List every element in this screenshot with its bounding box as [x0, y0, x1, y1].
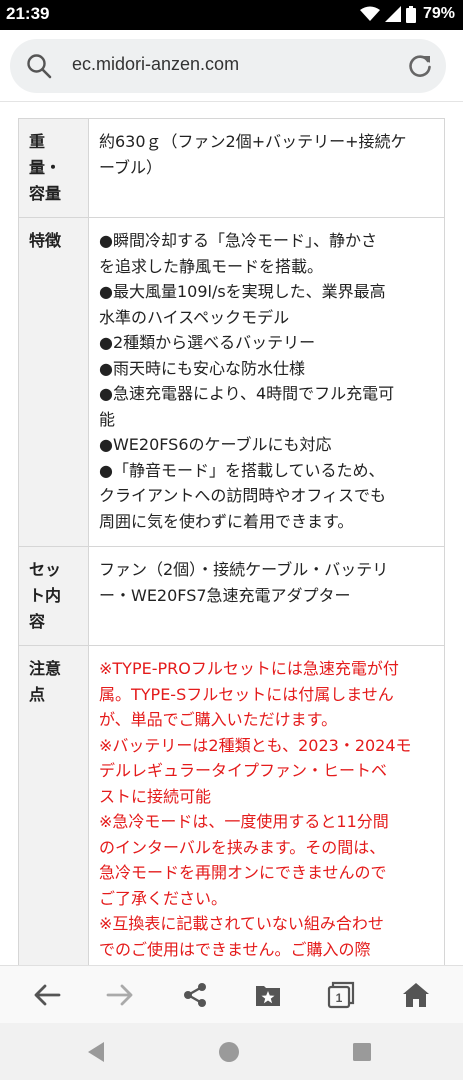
spec-value-line: ※急冷モードは、一度使用すると11分間	[99, 812, 389, 831]
spec-value-line: ご了承ください。	[99, 888, 228, 908]
tabs-button[interactable]: 1	[306, 966, 376, 1024]
spec-value-line: 属。TYPE-Sフルセットには付属しません	[99, 684, 394, 704]
home-button[interactable]	[381, 966, 451, 1024]
page-content: 重量・ 容量 約630ｇ（ファン2個+バッテリー+接続ケ ーブル） 特徴 ●瞬間冷却する「…	[0, 103, 463, 965]
nav-recents-icon	[353, 1042, 371, 1061]
tab-count: 1	[336, 991, 343, 1005]
forward-icon	[106, 984, 133, 1006]
spec-value-line: ●「静音モード」を搭載しているため、	[99, 460, 385, 480]
spec-value-line: が、単品でご購入いただけます。	[99, 710, 338, 729]
spec-row-header-line: 注意	[29, 659, 62, 678]
browser-toolbar: 1	[0, 965, 463, 1023]
nav-back-button[interactable]	[66, 1023, 126, 1080]
spec-row-header: 重量・ 容量	[18, 118, 89, 218]
spec-row-header-line: 特徴	[29, 231, 62, 250]
spec-value-line: ※互換表に記載されていない組み合わせ	[99, 914, 384, 933]
url-text[interactable]: ec.midori-anzen.com	[72, 54, 239, 75]
spec-value-line: でのご使用はできません。ご購入の際	[99, 939, 371, 959]
spec-row-header: セッ ト内容	[18, 546, 89, 646]
search-icon	[27, 54, 52, 79]
spec-value-line: ファン（2個）・接続ケーブル・バッテリ	[99, 560, 389, 579]
spec-row-value: ●瞬間冷却する「急冷モード」、静かさ を追求した静風モードを搭載。 ●最大風量109…	[88, 217, 445, 547]
spec-row: セッ ト内容ファン（2個）・接続ケーブル・バッテリ ー・WE20FS7急速充電アダプ…	[18, 546, 445, 646]
signal-icon	[384, 6, 401, 22]
nav-recents-button[interactable]	[332, 1023, 392, 1080]
spec-row-warning-value: ※TYPE-PROフルセットには急速充電が付 属。TYPE-Sフルセットには付属し…	[88, 645, 445, 965]
reload-icon[interactable]	[406, 52, 434, 80]
spec-row-header-line: 点	[29, 685, 46, 704]
spec-row-header-line: セッ	[29, 560, 62, 579]
status-time: 21:39	[6, 4, 50, 23]
spec-value-line: ●最大風量109l/sを実現した、業界最高	[99, 282, 386, 301]
status-bar: 21:39 79%	[0, 0, 463, 30]
spec-value-line: ●瞬間冷却する「急冷モード」、静かさ	[99, 231, 377, 250]
spec-row-header: 特徴	[18, 217, 89, 547]
spec-value-line: デルレギュラータイプファン・ヒートベ	[99, 761, 388, 780]
back-icon	[34, 984, 61, 1006]
spec-value-line: のインターバルを挟みます。その間は、	[99, 837, 386, 857]
address-bar[interactable]: ec.midori-anzen.com	[10, 39, 446, 93]
spec-value-line: 水準のハイスペックモデル	[99, 307, 290, 327]
spec-value-line: 能	[99, 409, 116, 429]
spec-value-line: クライアントへの訪問時やオフィスでも	[99, 486, 387, 505]
spec-row-header: 注意点	[18, 645, 89, 965]
spec-value-line: 周囲に気を使わずに着用できます。	[99, 511, 354, 531]
forward-button[interactable]	[85, 966, 155, 1024]
bookmarks-button[interactable]	[233, 966, 303, 1024]
spec-value-line: ストに接続可能	[99, 786, 212, 806]
spec-value-line: 約630ｇ（ファン2個+バッテリー+接続ケ	[99, 132, 407, 151]
spec-value-line: ※バッテリーは2種類とも、2023・2024モ	[99, 735, 412, 755]
spec-row-header-line: 量・	[29, 158, 62, 177]
spec-value-line: ー・WE20FS7急速充電アダプター	[99, 585, 351, 605]
spec-row-header-line: 重	[29, 132, 46, 151]
status-icons: 79%	[359, 5, 455, 23]
share-icon	[184, 983, 206, 1007]
nav-back-icon	[88, 1041, 104, 1062]
spec-value-line: ●急速充電器により、4時間でフル充電可	[99, 384, 395, 403]
share-button[interactable]	[160, 966, 230, 1024]
spec-value-line: ーブル）	[99, 157, 163, 177]
wifi-icon	[359, 6, 380, 21]
spec-value-line: 急冷モードを再開オンにできませんので	[99, 863, 387, 882]
spec-row-header-line: 容量	[29, 184, 62, 203]
browser-address-area: ec.midori-anzen.com	[0, 30, 463, 102]
spec-row-value: 約630ｇ（ファン2個+バッテリー+接続ケ ーブル）	[88, 118, 445, 218]
tabs-icon: 1	[327, 981, 355, 1009]
spec-value-line: を追求した静風モードを搭載。	[99, 256, 324, 276]
spec-row-value: ファン（2個）・接続ケーブル・バッテリ ー・WE20FS7急速充電アダプター	[88, 546, 445, 646]
home-icon	[403, 983, 429, 1007]
battery-percentage: 79%	[422, 5, 455, 22]
spec-value-line: ●2種類から選べるバッテリー	[99, 333, 316, 352]
spec-table: 重量・ 容量 約630ｇ（ファン2個+バッテリー+接続ケ ーブル） 特徴 ●瞬間冷却する「…	[18, 118, 445, 965]
spec-row: 注意点 ※TYPE-PROフルセットには急速充電が付 属。TYPE-Sフルセットには…	[18, 645, 445, 965]
system-nav-bar	[0, 1023, 463, 1080]
spec-row: 特徴 ●瞬間冷却する「急冷モード」、静かさ を追求した静風モードを搭載。 ●最大風量1…	[18, 217, 445, 547]
battery-icon	[405, 5, 416, 23]
spec-row-header-line: ト内	[29, 586, 62, 605]
spec-value-line: ●WE20FS6のケーブルにも対応	[99, 435, 332, 454]
back-button[interactable]	[12, 966, 82, 1024]
nav-home-button[interactable]	[199, 1023, 259, 1080]
nav-home-icon	[219, 1041, 239, 1062]
spec-row: 重量・ 容量 約630ｇ（ファン2個+バッテリー+接続ケ ーブル）	[18, 118, 445, 218]
spec-row-header-line: 容	[29, 612, 46, 631]
bookmark-icon	[256, 986, 280, 1006]
spec-value-line: ※TYPE-PROフルセットには急速充電が付	[99, 659, 399, 678]
spec-value-line: ●雨天時にも安心な防水仕様	[99, 358, 305, 378]
